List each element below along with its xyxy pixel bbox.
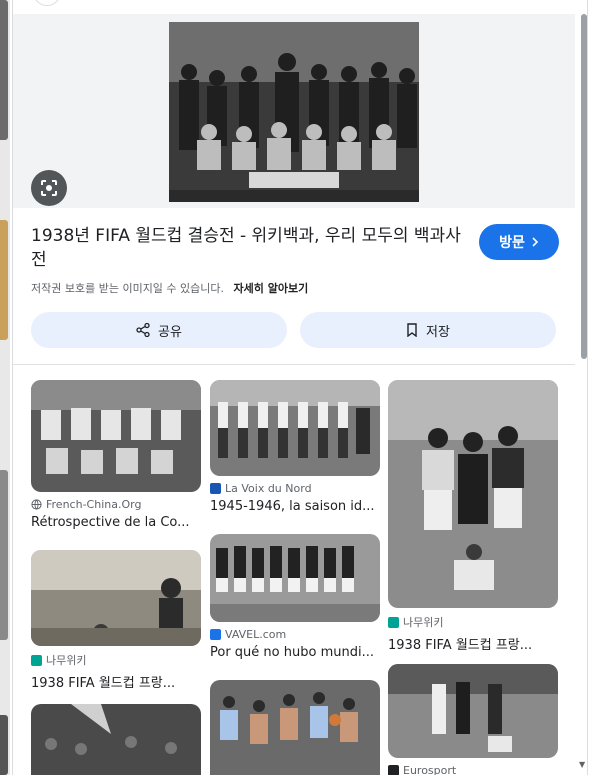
share-label: 공유: [158, 324, 182, 340]
related-title[interactable]: 1945-1946, la saison id...: [210, 499, 375, 514]
namuwiki-icon: [388, 616, 399, 628]
google-lens-button[interactable]: [31, 170, 67, 206]
close-button[interactable]: [33, 0, 61, 6]
scroll-down-icon[interactable]: ▼: [579, 760, 585, 769]
lavoix-icon: [210, 483, 221, 494]
visit-label: 방문: [499, 235, 525, 251]
related-thumbnail[interactable]: [388, 380, 558, 608]
related-title[interactable]: 1938 FIFA 월드컵 프랑...: [388, 634, 553, 653]
background-thumbnail[interactable]: [0, 0, 8, 140]
related-thumbnail[interactable]: [31, 380, 201, 492]
background-thumbnail[interactable]: [0, 220, 8, 340]
background-thumbnail[interactable]: [0, 470, 8, 640]
source-name: 나무위키: [46, 654, 87, 667]
source-name: La Voix du Nord: [225, 482, 312, 495]
related-title[interactable]: 1938 FIFA 월드컵 프랑...: [31, 672, 196, 691]
related-image-card[interactable]: [210, 680, 380, 775]
background-thumbnail[interactable]: [0, 715, 8, 775]
learn-more-link[interactable]: 자세히 알아보기: [234, 282, 309, 295]
source-info: 나무위키: [31, 652, 201, 668]
related-image-card[interactable]: 나무위키 1938 FIFA 월드컵 프랑...: [388, 380, 558, 653]
source-info: 나무위키: [388, 614, 558, 630]
chevron-right-icon: [532, 237, 539, 247]
scrollbar[interactable]: ▼: [578, 0, 587, 775]
namuwiki-icon: [31, 654, 42, 666]
related-title[interactable]: Por qué no hubo mundi...: [210, 645, 375, 660]
related-thumbnail[interactable]: [210, 380, 380, 476]
source-info: French-China.Org: [31, 498, 201, 511]
save-button[interactable]: 저장: [300, 312, 556, 348]
source-info: Eurosport: [388, 764, 558, 775]
related-image-card[interactable]: 나무위키 1938 FIFA 월드컵 프랑...: [31, 550, 201, 691]
related-thumbnail[interactable]: [31, 550, 201, 646]
related-image-card[interactable]: VAVEL.com Por qué no hubo mundi...: [210, 534, 380, 660]
save-label: 저장: [426, 324, 450, 340]
source-name: French-China.Org: [46, 498, 142, 511]
eurosport-icon: [388, 765, 399, 775]
share-icon: [136, 323, 150, 337]
source-info: VAVEL.com: [210, 628, 380, 641]
copyright-notice: 저작권 보호를 받는 이미지일 수 있습니다. 자세히 알아보기: [31, 280, 308, 296]
image-title[interactable]: 1938년 FIFA 월드컵 결승전 - 위키백과, 우리 모두의 백과사전: [31, 224, 471, 272]
source-name: VAVEL.com: [225, 628, 287, 641]
main-image[interactable]: [169, 22, 419, 202]
background-results-strip: [0, 0, 10, 775]
scrollbar-thumb[interactable]: [581, 14, 587, 359]
divider: [13, 364, 575, 365]
vavel-icon: [210, 629, 221, 640]
related-thumbnail[interactable]: [31, 704, 201, 775]
related-image-card[interactable]: [31, 704, 201, 775]
visit-button[interactable]: 방문: [479, 224, 559, 260]
lens-icon: [41, 180, 57, 196]
related-thumbnail[interactable]: [210, 680, 380, 775]
page-edge: [590, 0, 608, 775]
image-preview: [13, 14, 575, 208]
bookmark-icon: [407, 323, 417, 337]
share-button[interactable]: 공유: [31, 312, 287, 348]
copyright-text: 저작권 보호를 받는 이미지일 수 있습니다.: [31, 282, 225, 295]
related-image-card[interactable]: French-China.Org Rétrospective de la Co.…: [31, 380, 201, 530]
related-thumbnail[interactable]: [388, 664, 558, 758]
globe-icon: [31, 499, 42, 510]
related-thumbnail[interactable]: [210, 534, 380, 622]
related-image-card[interactable]: Eurosport: [388, 664, 558, 775]
related-image-card[interactable]: La Voix du Nord 1945-1946, la saison id.…: [210, 380, 380, 514]
source-name: Eurosport: [403, 764, 457, 775]
source-info: La Voix du Nord: [210, 482, 380, 495]
image-detail-panel: 1938년 FIFA 월드컵 결승전 - 위키백과, 우리 모두의 백과사전 방…: [12, 0, 588, 775]
related-title[interactable]: Rétrospective de la Co...: [31, 515, 196, 530]
source-name: 나무위키: [403, 616, 444, 629]
